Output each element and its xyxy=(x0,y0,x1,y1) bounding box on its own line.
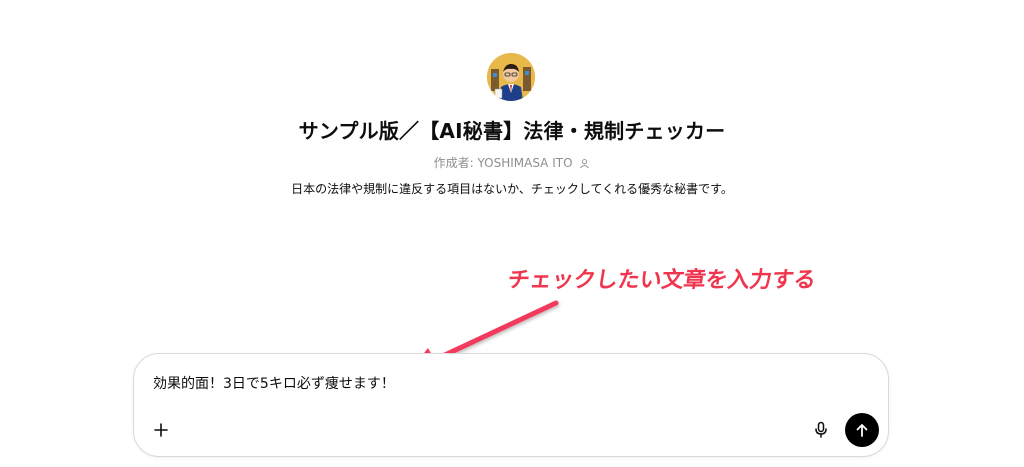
gpt-description: 日本の法律や規制に違反する項目はないか、チェックしてくれる優秀な秘書です。 xyxy=(291,182,733,196)
microphone-icon xyxy=(815,421,827,438)
author-row: 作成者: YOSHIMASA ITO xyxy=(0,154,1024,172)
voice-input-button[interactable] xyxy=(808,417,834,443)
send-button[interactable] xyxy=(845,413,879,447)
arrow-up-icon xyxy=(856,424,868,437)
author-name: 作成者: YOSHIMASA ITO xyxy=(433,156,573,170)
gpt-title: サンプル版／【AI秘書】法律・規制チェッカー xyxy=(298,119,726,143)
avatar-illustration xyxy=(487,53,535,101)
user-icon xyxy=(579,158,590,172)
plus-icon xyxy=(154,423,168,437)
message-composer[interactable]: 効果的面！3日で5キロ必ず痩せます！ xyxy=(133,353,889,457)
gpt-avatar xyxy=(487,53,535,101)
annotation-label: チェックしたい文章を入力する xyxy=(505,268,818,293)
message-input[interactable]: 効果的面！3日で5キロ必ず痩せます！ xyxy=(153,373,395,393)
attach-button[interactable] xyxy=(148,417,174,443)
